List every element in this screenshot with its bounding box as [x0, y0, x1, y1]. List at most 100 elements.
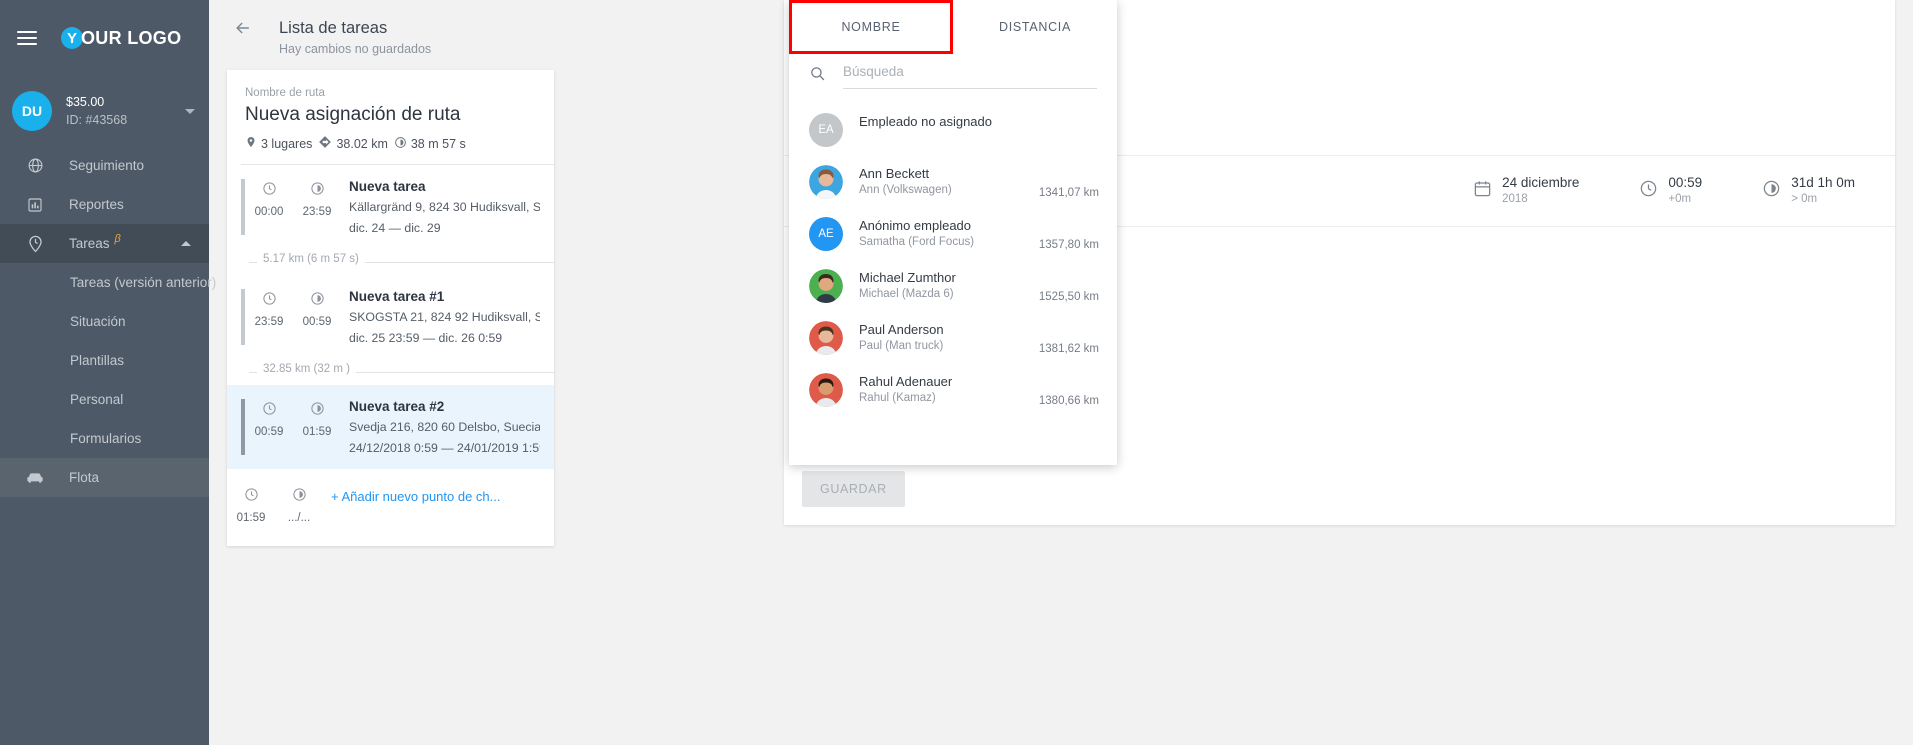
- duration-icon: [394, 136, 407, 152]
- tab-nombre[interactable]: NOMBRE: [789, 0, 953, 54]
- chevron-down-icon[interactable]: [185, 108, 195, 114]
- add-end-time: .../...: [275, 485, 323, 524]
- list-item[interactable]: Paul Anderson Paul (Man truck) 1381,62 k…: [789, 312, 1117, 364]
- task-end-time: 01:59: [293, 399, 341, 455]
- task-body: Nueva tarea #1 SKOGSTA 21, 824 92 Hudiks…: [349, 289, 540, 345]
- add-checkpoint-row[interactable]: 01:59 .../... + Añadir nuevo punto de ch…: [227, 469, 554, 546]
- list-item[interactable]: Ann Beckett Ann (Volkswagen) 1341,07 km: [789, 156, 1117, 208]
- route-duration: 38 m 57 s: [394, 136, 466, 152]
- add-start-time: 01:59: [227, 485, 275, 524]
- employee-distance: 1357,80 km: [1038, 239, 1099, 251]
- duration-icon: [310, 291, 325, 311]
- logo[interactable]: Y OUR LOGO: [61, 27, 181, 49]
- clock-icon: [262, 401, 277, 421]
- task-start-time: 23:59: [245, 289, 293, 345]
- sidebar-item-reportes[interactable]: Reportes: [0, 185, 209, 224]
- field-time-value: 00:59: [1668, 175, 1703, 191]
- sidebar-item-flota[interactable]: Flota: [0, 458, 209, 497]
- list-item[interactable]: EA Empleado no asignado: [789, 104, 1117, 156]
- task-name: Nueva tarea: [349, 179, 426, 194]
- account-switcher[interactable]: DU $35.00 ID: #43568: [0, 76, 209, 146]
- task-row[interactable]: 00:59 01:59 Nueva tarea #2 Svedja 216, 8…: [227, 385, 554, 469]
- sidebar-item-tareas[interactable]: Tareas β: [0, 224, 209, 263]
- employee-subtitle: Paul (Man truck): [859, 340, 944, 352]
- sidebar-item-label: Seguimiento: [69, 158, 145, 173]
- save-button[interactable]: GUARDAR: [802, 471, 905, 507]
- task-row[interactable]: 00:00 23:59 Nueva tarea Källargränd 9, 8…: [227, 165, 554, 249]
- add-checkpoint-link[interactable]: + Añadir nuevo punto de ch...: [331, 485, 501, 524]
- duration-icon: [310, 181, 325, 201]
- app-root: Y OUR LOGO DU $35.00 ID: #43568 Seguimie…: [0, 0, 1913, 745]
- list-item[interactable]: Rahul Adenauer Rahul (Kamaz) 1380,66 km: [789, 364, 1117, 416]
- field-date[interactable]: 24 diciembre 2018: [1473, 174, 1579, 208]
- globe-icon: [24, 157, 46, 174]
- leg-label: 5.17 km (6 m 57 s): [257, 253, 365, 265]
- sidebar-item-tareas-version-anterior[interactable]: Tareas (versión anterior): [0, 263, 216, 302]
- task-end-value: 01:59: [302, 426, 332, 438]
- chevron-up-icon[interactable]: [181, 241, 191, 246]
- search-input[interactable]: [843, 64, 1097, 79]
- calendar-icon: [1473, 179, 1492, 203]
- sidebar: Y OUR LOGO DU $35.00 ID: #43568 Seguimie…: [0, 0, 216, 745]
- task-row[interactable]: 23:59 00:59 Nueva tarea #1 SKOGSTA 21, 8…: [227, 275, 554, 359]
- logo-text: OUR LOGO: [81, 27, 182, 48]
- route-header: Nombre de ruta Nueva asignación de ruta …: [227, 70, 554, 164]
- duration-icon: [292, 487, 307, 507]
- list-item[interactable]: AE Anónimo empleado Samatha (Ford Focus)…: [789, 208, 1117, 260]
- sidebar-item-formularios[interactable]: Formularios: [0, 419, 209, 458]
- field-time[interactable]: 00:59 +0m: [1639, 174, 1702, 208]
- task-dates: 24/12/2018 0:59 — 24/01/2019 1:59: [349, 441, 540, 455]
- pin-icon: [245, 135, 257, 152]
- sidebar-item-personal[interactable]: Personal: [0, 380, 209, 419]
- task-body: Nueva tarea Källargränd 9, 824 30 Hudiks…: [349, 179, 540, 235]
- employee-picker-dropdown: NOMBRE DISTANCIA EA Empleado no asign: [789, 0, 1117, 465]
- task-name: Nueva tarea #1: [349, 289, 445, 304]
- tab-distancia[interactable]: DISTANCIA: [953, 0, 1117, 54]
- employee-info: Empleado no asignado: [859, 113, 1099, 132]
- back-arrow-icon[interactable]: [233, 18, 253, 38]
- avatar: [809, 165, 843, 199]
- avatar: DU: [12, 91, 52, 131]
- route-name-value[interactable]: Nueva asignación de ruta: [245, 104, 536, 126]
- task-dates: dic. 25 23:59 — dic. 26 0:59: [349, 331, 503, 345]
- sidebar-item-seguimiento[interactable]: Seguimiento: [0, 146, 209, 185]
- clock-icon: [262, 181, 277, 201]
- task-address: SKOGSTA 21, 824 92 Hudiksvall, Suecia: [349, 310, 540, 324]
- employee-info: Ann Beckett Ann (Volkswagen): [859, 165, 1039, 196]
- task-end-time: 00:59: [293, 289, 341, 345]
- task-end-value: 00:59: [302, 316, 332, 328]
- list-item[interactable]: Michael Zumthor Michael (Mazda 6) 1525,5…: [789, 260, 1117, 312]
- route-places-text: 3 lugares: [261, 136, 313, 151]
- account-id: ID: #43568: [66, 113, 128, 127]
- menu-toggle-icon[interactable]: [17, 31, 37, 45]
- employee-subtitle: Samatha (Ford Focus): [859, 236, 975, 248]
- employee-list[interactable]: EA Empleado no asignado Ann Beckett Ann …: [789, 98, 1117, 465]
- beta-badge: β: [114, 232, 121, 245]
- field-date-values: 24 diciembre 2018: [1502, 174, 1579, 208]
- sidebar-item-situacion[interactable]: Situación: [0, 302, 209, 341]
- route-leg: 32.85 km (32 m ): [227, 359, 554, 385]
- sidebar-item-label: Flota: [69, 470, 100, 485]
- employee-subtitle: Michael (Mazda 6): [859, 288, 954, 300]
- task-start-value: 23:59: [254, 316, 284, 328]
- employee-info: Michael Zumthor Michael (Mazda 6): [859, 269, 1039, 300]
- dropdown-search: [789, 54, 1117, 98]
- task-end-time: 23:59: [293, 179, 341, 235]
- task-address: Källargränd 9, 824 30 Hudiksvall, Suecia: [349, 200, 540, 214]
- field-duration-sub: > 0m: [1791, 193, 1818, 206]
- sidebar-header: Y OUR LOGO: [0, 0, 209, 76]
- field-duration[interactable]: 31d 1h 0m > 0m: [1762, 174, 1855, 208]
- field-duration-value: 31d 1h 0m: [1791, 175, 1855, 191]
- logo-badge: Y: [61, 27, 83, 49]
- add-start-value: 01:59: [236, 512, 266, 524]
- employee-name: Ann Beckett: [859, 166, 930, 181]
- route-leg: 5.17 km (6 m 57 s): [227, 249, 554, 275]
- unsaved-changes-text: Hay cambios no guardados: [279, 42, 432, 56]
- clock-icon: [1639, 179, 1658, 203]
- field-date-value: 24 diciembre: [1502, 175, 1580, 191]
- task-address: Svedja 216, 820 60 Delsbo, Suecia: [349, 420, 540, 434]
- sidebar-item-plantillas[interactable]: Plantillas: [0, 341, 209, 380]
- task-start-time: 00:59: [245, 399, 293, 455]
- task-body: Nueva tarea #2 Svedja 216, 820 60 Delsbo…: [349, 399, 540, 455]
- employee-info: Anónimo empleado Samatha (Ford Focus): [859, 217, 1039, 248]
